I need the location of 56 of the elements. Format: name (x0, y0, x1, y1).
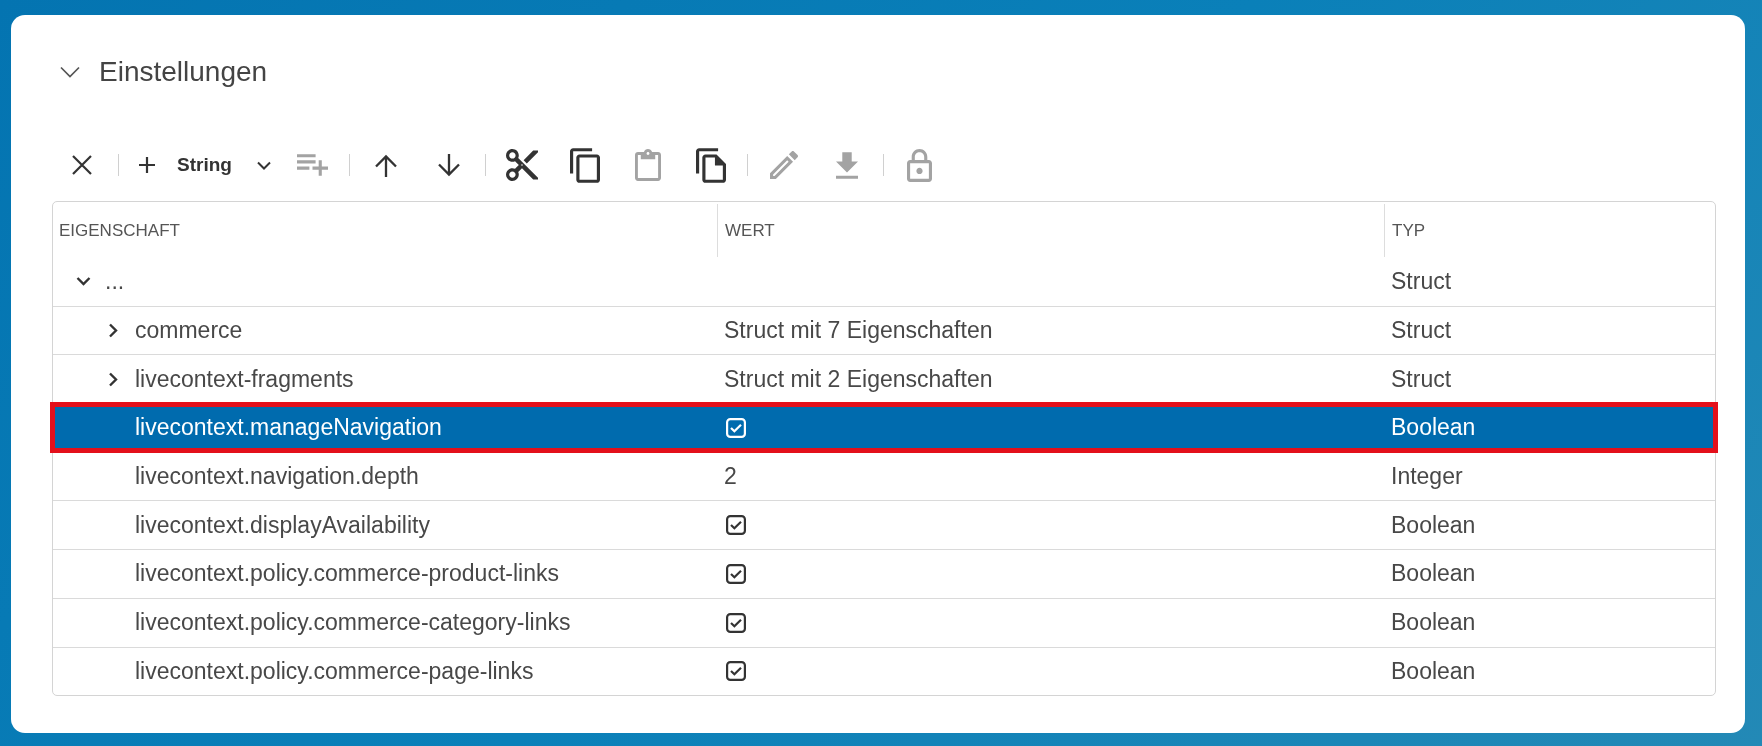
chevron-down-icon[interactable] (60, 66, 80, 78)
checkbox[interactable] (726, 661, 746, 682)
table-row[interactable]: livecontext.navigation.depth 2 Integer (53, 451, 1715, 501)
column-header: EIGENSCHAFT (59, 220, 180, 241)
arrow-down-icon (436, 152, 461, 178)
property-name: commerce (135, 317, 243, 345)
table-row[interactable]: livecontext.policy.commerce-page-links Boolean (53, 646, 1715, 696)
copy-icon (569, 147, 600, 183)
property-name: livecontext.policy.commerce-page-links (135, 657, 534, 685)
table-row[interactable]: livecontext.displayAvailability Boolean (53, 500, 1715, 550)
section-title: Einstellungen (99, 56, 268, 88)
column-header: WERT (725, 220, 775, 241)
table-row[interactable]: livecontext.policy.commerce-category-links Boolean (53, 597, 1715, 647)
property-type: Boolean (1391, 511, 1476, 539)
checkbox[interactable] (726, 612, 746, 633)
checkbox[interactable] (726, 563, 746, 584)
list-plus-icon (297, 154, 329, 176)
property-type: Boolean (1391, 414, 1476, 442)
caret-icon (256, 160, 271, 170)
property-name: livecontext.navigation.depth (135, 463, 419, 491)
property-type: Integer (1391, 463, 1463, 491)
property-name: livecontext.policy.commerce-category-links (135, 609, 571, 637)
table-row[interactable]: livecontext.policy.commerce-product-links Boolean (53, 549, 1715, 598)
property-value: Struct mit 2 Eigenschaften (724, 365, 993, 393)
property-type: Boolean (1391, 609, 1476, 637)
property-value: Struct mit 7 Eigenschaften (724, 317, 993, 345)
property-type: Boolean (1391, 657, 1476, 685)
table-row[interactable]: livecontext.manageNavigation Boolean (53, 403, 1715, 452)
property-value: 2 (724, 463, 737, 491)
property-name: livecontext.manageNavigation (135, 414, 442, 442)
table-row[interactable]: livecontext-fragments Struct mit 2 Eigenschaften Struct (53, 354, 1715, 404)
download-icon (835, 151, 858, 179)
document-copy-icon (695, 147, 726, 183)
property-type: Struct (1391, 267, 1452, 295)
chevron-right-icon[interactable] (108, 323, 118, 339)
arrow-up-icon (373, 152, 398, 178)
property-name: livecontext.policy.commerce-product-links (135, 560, 559, 588)
column-header: TYP (1392, 220, 1426, 241)
table-row[interactable]: commerce Struct mit 7 Eigenschaften Struct (53, 305, 1715, 355)
chevron-down-icon[interactable] (75, 276, 91, 287)
property-type: Boolean (1391, 560, 1476, 588)
property-name: livecontext-fragments (135, 365, 354, 393)
lock-icon (907, 148, 933, 182)
property-type: Struct (1391, 317, 1452, 345)
table-row[interactable]: ... Struct (53, 257, 1715, 306)
plus-icon (138, 156, 156, 174)
checkbox[interactable] (726, 515, 746, 536)
property-name: ... (105, 267, 125, 295)
property-type: Struct (1391, 365, 1452, 393)
add-string-button[interactable]: String (133, 147, 272, 183)
property-name: livecontext.displayAvailability (135, 511, 430, 539)
close-icon (71, 154, 93, 176)
chevron-right-icon[interactable] (108, 371, 118, 387)
scissors-icon (505, 149, 538, 181)
pencil-icon (769, 151, 798, 179)
clipboard-icon (634, 149, 661, 181)
